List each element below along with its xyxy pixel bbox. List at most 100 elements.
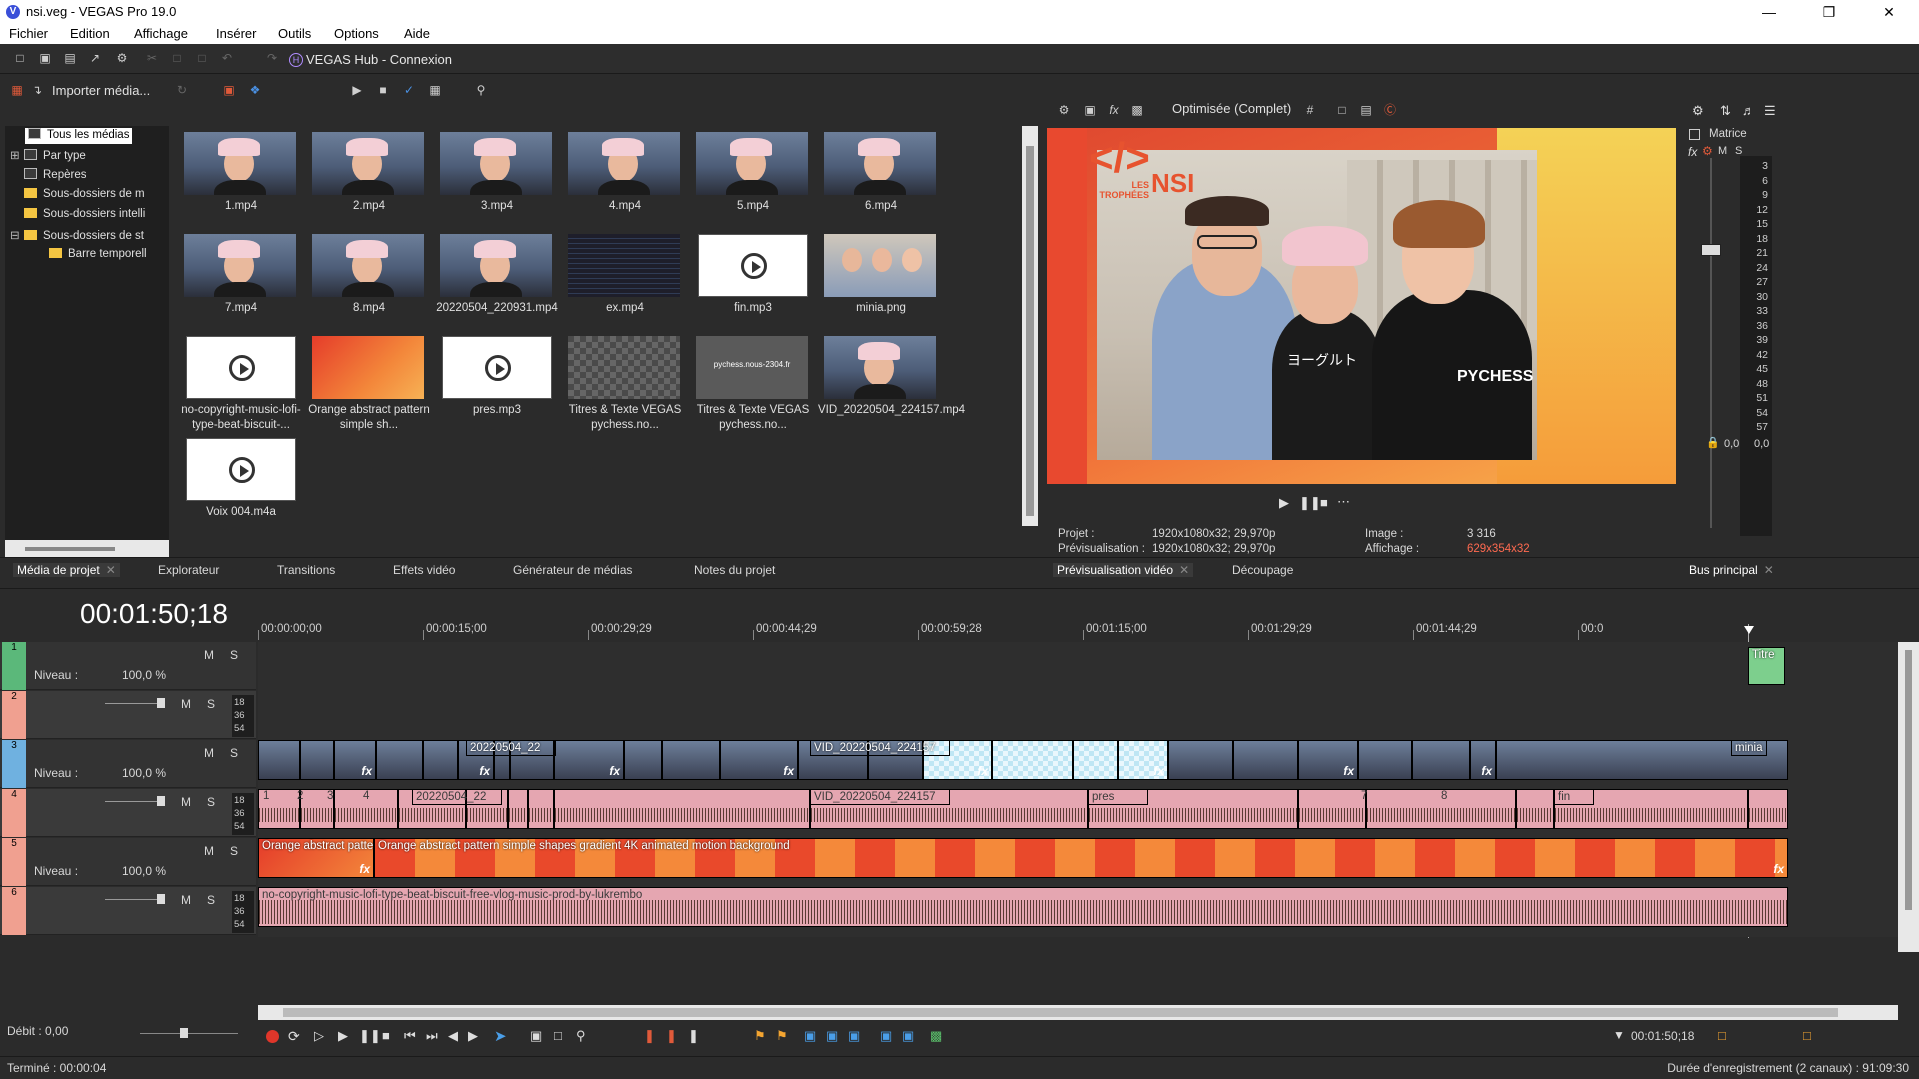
preview-quality-select[interactable]: Optimisée (Complet) — [1172, 101, 1291, 116]
preview-stop-icon[interactable]: ■ — [1320, 495, 1328, 510]
tab-previsualisation-video[interactable]: Prévisualisation vidéo ✕ — [1053, 563, 1194, 577]
media-item[interactable]: pychess.nous-2304.fr Titres & Texte VEGAS… — [690, 330, 812, 431]
tab-decoupage[interactable]: Découpage — [1232, 563, 1293, 577]
video-clip[interactable]: fx — [1470, 740, 1496, 780]
overlays-grid-icon[interactable]: # — [1303, 103, 1317, 117]
audio-clip-label[interactable]: 20220504_22 — [412, 789, 502, 805]
preview-settings-icon[interactable]: ⚙ — [1057, 103, 1071, 117]
mute-button[interactable]: M — [204, 746, 214, 760]
volume-slider-thumb[interactable] — [157, 796, 165, 806]
music-clip[interactable]: no-copyright-music-lofi-type-beat-biscui… — [258, 887, 1788, 927]
snap-icon[interactable]: ▣ — [804, 1028, 816, 1044]
bus-mixer-icon[interactable]: ☰ — [1764, 103, 1776, 119]
vegas-hub-icon[interactable]: H — [289, 53, 303, 67]
clip-fx-icon[interactable]: fx — [361, 764, 372, 778]
media-item[interactable]: pres.mp3 — [434, 330, 556, 430]
media-item[interactable]: ex.mp4 — [562, 228, 684, 328]
video-clip[interactable] — [992, 740, 1073, 780]
ripple-icon[interactable]: ▣ — [848, 1028, 860, 1044]
record-icon[interactable] — [266, 1030, 279, 1043]
close-icon[interactable]: ✕ — [1869, 2, 1909, 22]
preview-more-icon[interactable]: ⋯ — [1337, 494, 1350, 510]
matrice-checkbox[interactable] — [1689, 129, 1700, 140]
video-clip[interactable] — [300, 740, 334, 780]
split-screen-icon[interactable]: ▩ — [1130, 103, 1144, 117]
color-grading-icon[interactable]: ▩ — [930, 1028, 942, 1044]
tree-item-all-media[interactable]: Tous les médias — [25, 128, 133, 144]
media-item[interactable]: minia.png — [818, 228, 940, 328]
go-end-icon[interactable]: ⏭ — [426, 1028, 438, 1044]
tree-item-by-type[interactable]: ⊞ Par type — [10, 148, 86, 164]
new-project-icon[interactable]: □ — [13, 51, 27, 65]
refresh-icon[interactable]: ↻ — [175, 83, 189, 97]
lock-envelopes-icon[interactable]: ▣ — [880, 1028, 892, 1044]
volume-slider-track[interactable] — [105, 899, 165, 900]
external-monitor-icon[interactable]: ▣ — [1083, 103, 1097, 117]
track-number[interactable]: 1 — [2, 642, 26, 690]
timeline-hscrollbar[interactable] — [258, 1005, 1898, 1020]
video-clip-label[interactable]: minia — [1731, 740, 1767, 756]
media-item[interactable]: VID_20220504_224157.mp4 — [818, 330, 965, 430]
selection-tool-icon[interactable]: □ — [554, 1028, 562, 1043]
track-number[interactable]: 3 — [2, 740, 26, 788]
tab-transitions[interactable]: Transitions — [277, 563, 335, 577]
audio-clip[interactable] — [1516, 789, 1554, 829]
tab-close-icon[interactable]: ✕ — [1764, 563, 1774, 577]
video-clip[interactable] — [1168, 740, 1233, 780]
timeline-vscrollbar[interactable] — [1898, 642, 1919, 952]
bus-mute[interactable]: M — [1718, 145, 1727, 157]
scroll-thumb[interactable] — [1026, 146, 1034, 516]
audio-clip-number[interactable]: 4 — [360, 789, 390, 805]
media-item[interactable]: 6.mp4 — [818, 126, 940, 226]
auto-preview-icon[interactable]: ✓ — [402, 83, 416, 97]
solo-button[interactable]: S — [207, 893, 215, 907]
clip-fx-icon[interactable]: fx — [977, 764, 988, 778]
menu-affichage[interactable]: Affichage — [134, 26, 188, 41]
tree-item-subfolders[interactable]: Sous-dossiers de m — [24, 188, 169, 204]
volume-slider-track[interactable] — [105, 703, 165, 704]
audio-clip-label[interactable]: fin — [1554, 789, 1594, 805]
track-number[interactable]: 4 — [2, 789, 26, 837]
loop-region-icon[interactable]: □ — [1718, 1028, 1726, 1043]
video-clip[interactable] — [624, 740, 662, 780]
media-item[interactable]: 8.mp4 — [306, 228, 428, 328]
track-header[interactable]: 6 M S 18 36 54 — [0, 887, 256, 935]
zoom-tool-icon[interactable]: ⚲ — [576, 1028, 586, 1044]
play-icon[interactable]: ▶ — [338, 1028, 348, 1044]
vegas-logo-icon[interactable]: Ⓒ — [1383, 103, 1397, 117]
solo-button[interactable]: S — [207, 697, 215, 711]
audio-clip-number[interactable]: 1 — [260, 789, 290, 805]
media-item[interactable]: 1.mp4 — [178, 126, 300, 226]
paste-icon[interactable]: □ — [195, 51, 209, 65]
import-media-button[interactable]: Importer média... — [52, 83, 150, 98]
menu-inserer[interactable]: Insérer — [216, 26, 256, 41]
tab-explorateur[interactable]: Explorateur — [158, 563, 219, 577]
bus-dim-icon[interactable]: ♬ — [1742, 103, 1755, 118]
tree-item-timeline-bar[interactable]: Barre temporell — [49, 248, 169, 264]
marker-icon[interactable]: ⚑ — [754, 1028, 766, 1044]
audio-clip[interactable] — [528, 789, 554, 829]
settings-gear-icon[interactable]: ⚙ — [115, 51, 129, 65]
tab-generateur-medias[interactable]: Générateur de médias — [513, 563, 632, 577]
clip-fx-icon[interactable]: fx — [1481, 764, 1492, 778]
mute-button[interactable]: M — [181, 893, 191, 907]
open-folder-icon[interactable]: ▣ — [38, 51, 52, 65]
audio-clip[interactable] — [1298, 789, 1366, 829]
audio-clip-number[interactable]: 3 — [324, 789, 354, 805]
bus-downmix-icon[interactable]: ⇅ — [1720, 103, 1731, 119]
volume-slider-track[interactable] — [105, 801, 165, 802]
audio-clip-number[interactable]: 2 — [294, 789, 324, 805]
rate-slider-thumb[interactable] — [180, 1028, 188, 1038]
video-clip[interactable] — [1233, 740, 1298, 780]
maximize-icon[interactable]: ❐ — [1809, 2, 1849, 22]
media-item[interactable]: no-copyright-music-lofi-type-beat-biscui… — [178, 330, 301, 431]
video-clip[interactable] — [662, 740, 720, 780]
tab-notes-projet[interactable]: Notes du projet — [694, 563, 775, 577]
title-clip[interactable]: Titre — [1748, 647, 1785, 685]
clip-fx-icon[interactable]: fx — [1343, 764, 1354, 778]
tree-scrollbar[interactable] — [5, 540, 169, 558]
video-clip[interactable]: fx — [1118, 740, 1168, 780]
scroll-thumb[interactable] — [25, 547, 115, 551]
bus-settings-icon[interactable]: ⚙ — [1692, 103, 1704, 119]
tab-close-icon[interactable]: ✕ — [106, 563, 116, 577]
